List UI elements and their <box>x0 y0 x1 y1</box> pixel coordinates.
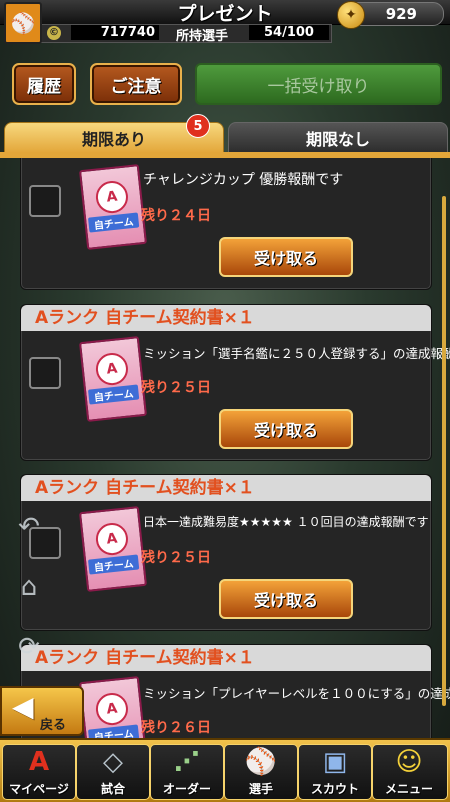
players-label: 所持選手 <box>176 29 229 44</box>
image-label: 自チーム <box>87 212 140 233</box>
premium-coin-counter[interactable]: ✦ 929 <box>337 1 444 29</box>
image-label: 自チーム <box>87 554 140 575</box>
item-description: ミッション「プレイヤーレベルを１００にする」の達成報酬 <box>143 686 450 701</box>
receive-button[interactable]: 受け取る <box>219 237 353 277</box>
item-description: 日本一達成難易度★★★★★ １０回目の達成報酬です <box>143 515 429 529</box>
present-list[interactable]: A 自チーム チャレンジカップ 優勝報酬です 残り２４日 受け取る Aランク 自… <box>0 158 450 738</box>
a-rank-icon: A <box>94 351 130 387</box>
back-arrow-icon: ◀ <box>12 690 34 723</box>
players-count: 54/100 <box>249 25 329 40</box>
history-button[interactable]: 履歴 <box>12 63 76 105</box>
scrollbar[interactable] <box>442 196 446 706</box>
nav-mypage[interactable]: A マイページ <box>2 744 76 800</box>
nav-menu[interactable]: ☺ メニュー <box>372 744 448 800</box>
a-rank-icon: A <box>94 179 130 215</box>
caution-button[interactable]: ご注意 <box>90 63 182 105</box>
nav-game[interactable]: ◇ 試合 <box>76 744 150 800</box>
contract-card-image: A 自チーム <box>78 506 148 592</box>
item-title: Aランク 自チーム契約書×１ <box>21 475 431 501</box>
list-item: A 自チーム チャレンジカップ 優勝報酬です 残り２４日 受け取る <box>20 158 432 290</box>
item-title: Aランク 自チーム契約書×１ <box>21 305 431 331</box>
item-remaining: 残り２４日 <box>141 208 211 224</box>
tab-no-limit[interactable]: 期限なし <box>228 122 448 154</box>
nav-order[interactable]: ⋰ オーダー <box>150 744 224 800</box>
item-title: Aランク 自チーム契約書×１ <box>21 645 431 671</box>
list-item: Aランク 自チーム契約書×１ A 自チーム 日本一達成難易度★★★★★ １０回目… <box>20 474 432 631</box>
receive-button[interactable]: 受け取る <box>219 579 353 619</box>
menu-character-icon: ☺ <box>395 747 423 777</box>
nav-label: メニュー <box>384 782 433 796</box>
item-remaining: 残り２５日 <box>141 550 211 566</box>
back-button[interactable]: ◀ 戻る <box>0 686 84 736</box>
nav-label: 試合 <box>100 782 125 796</box>
player-icon: ⚾ <box>244 747 278 777</box>
bottom-nav: A マイページ ◇ 試合 ⋰ オーダー ⚾ 選手 ▣ スカウト ☺ メニュー <box>0 738 450 802</box>
nav-label: 選手 <box>248 782 273 796</box>
tab-badge: 5 <box>186 114 210 138</box>
coin-icon: ✦ <box>337 1 365 29</box>
rotate-icon[interactable]: ⟳ <box>10 632 48 662</box>
nav-players[interactable]: ⚾ 選手 <box>224 744 298 800</box>
item-checkbox[interactable] <box>29 357 61 389</box>
undo-icon[interactable]: ↶ <box>10 512 48 542</box>
lineup-icon: ⋰ <box>174 747 200 777</box>
list-item: Aランク 自チーム契約書×１ A 自チーム ミッション「選手名鑑に２５０人登録す… <box>20 304 450 461</box>
image-label: 自チーム <box>87 724 140 738</box>
item-remaining: 残り２５日 <box>141 380 211 396</box>
nav-label: スカウト <box>310 782 359 796</box>
status-bar: © 717740 所持選手 54/100 <box>40 24 332 44</box>
scout-card-icon: ▣ <box>322 747 348 777</box>
item-description: チャレンジカップ 優勝報酬です <box>143 172 344 188</box>
item-remaining: 残り２６日 <box>141 720 211 736</box>
item-description: ミッション「選手名鑑に２５０人登録する」の達成報酬 <box>143 346 450 361</box>
top-bar: プレゼント ✦ 929 <box>0 0 450 29</box>
image-label: 自チーム <box>87 384 140 405</box>
contract-card-image: A 自チーム <box>78 164 148 250</box>
back-label: 戻る <box>40 718 67 733</box>
contract-card-image: A 自チーム <box>78 336 148 422</box>
receive-all-button[interactable]: 一括受け取り <box>195 63 442 105</box>
nav-label: マイページ <box>9 782 69 796</box>
contract-card-image: A 自チーム <box>78 676 148 738</box>
team-logo-icon[interactable]: ⚾ <box>4 2 42 44</box>
nav-scout[interactable]: ▣ スカウト <box>298 744 372 800</box>
money-value: 717740 <box>71 25 159 40</box>
receive-button[interactable]: 受け取る <box>219 409 353 449</box>
a-rank-icon: A <box>94 521 130 557</box>
field-icon: ◇ <box>103 747 123 777</box>
item-checkbox[interactable] <box>29 185 61 217</box>
home-icon[interactable]: ⌂ <box>10 572 48 602</box>
mypage-a-icon: A <box>28 747 50 777</box>
coin-value: 929 <box>385 5 417 23</box>
money-icon: © <box>47 26 61 40</box>
a-rank-icon: A <box>94 691 130 727</box>
nav-label: オーダー <box>162 782 211 796</box>
